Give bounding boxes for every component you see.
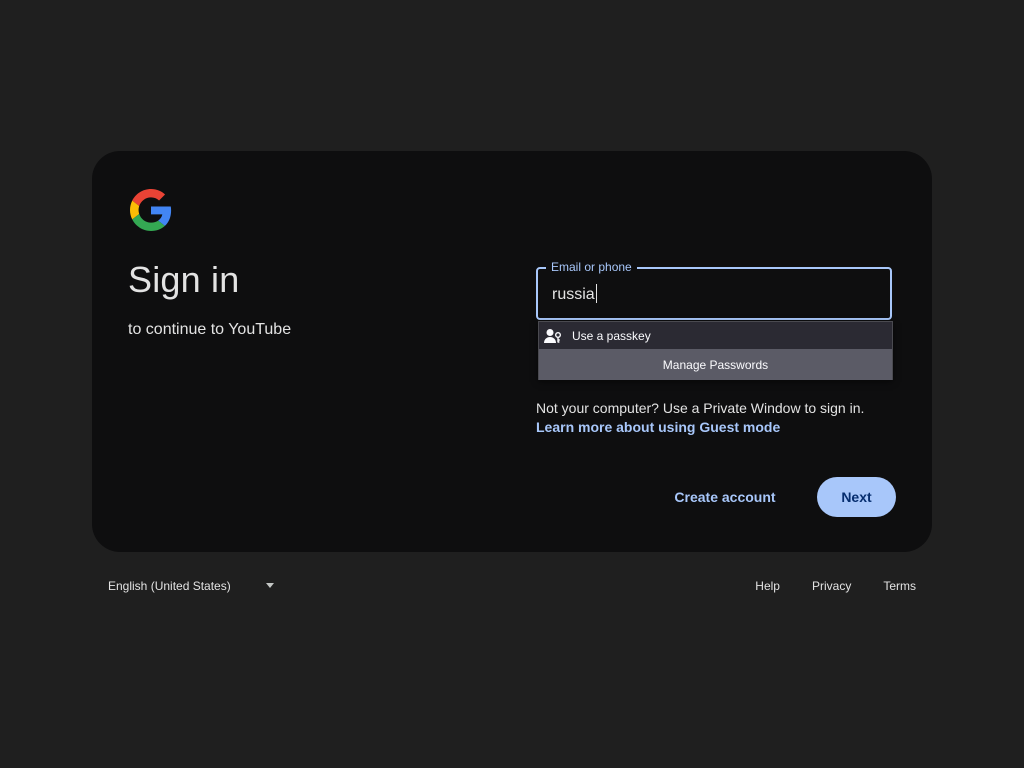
google-logo xyxy=(130,189,172,231)
page-subtitle: to continue to YouTube xyxy=(128,321,292,338)
autofill-dropdown: Use a passkey Manage Passwords xyxy=(538,321,893,380)
sign-in-card: Sign in to continue to YouTube Email or … xyxy=(92,151,932,552)
next-button[interactable]: Next xyxy=(817,477,896,517)
guest-mode-note: Not your computer? Use a Private Window … xyxy=(536,400,865,416)
language-label: English (United States) xyxy=(108,579,231,593)
manage-passwords-label: Manage Passwords xyxy=(662,357,769,372)
terms-link[interactable]: Terms xyxy=(875,579,924,593)
help-link[interactable]: Help xyxy=(747,579,788,593)
email-field-label: Email or phone xyxy=(546,260,637,274)
use-passkey-label: Use a passkey xyxy=(572,328,651,343)
email-field-value-wrap[interactable]: russia xyxy=(552,284,597,305)
footer-links: Help Privacy Terms xyxy=(731,572,924,600)
language-selector[interactable]: English (United States) xyxy=(100,572,280,600)
guest-mode-link[interactable]: Learn more about using Guest mode xyxy=(536,417,780,437)
use-passkey-option[interactable]: Use a passkey xyxy=(539,322,892,349)
page: Sign in to continue to YouTube Email or … xyxy=(0,0,1024,768)
privacy-link[interactable]: Privacy xyxy=(804,579,859,593)
manage-passwords-option[interactable]: Manage Passwords xyxy=(539,349,892,380)
page-title: Sign in xyxy=(128,259,240,300)
email-field-value[interactable]: russia xyxy=(552,286,595,303)
email-field[interactable]: Email or phone russia xyxy=(536,260,892,320)
chevron-down-icon xyxy=(266,583,274,588)
passkey-icon xyxy=(544,328,561,343)
text-caret xyxy=(595,284,597,303)
create-account-button[interactable]: Create account xyxy=(658,477,792,517)
